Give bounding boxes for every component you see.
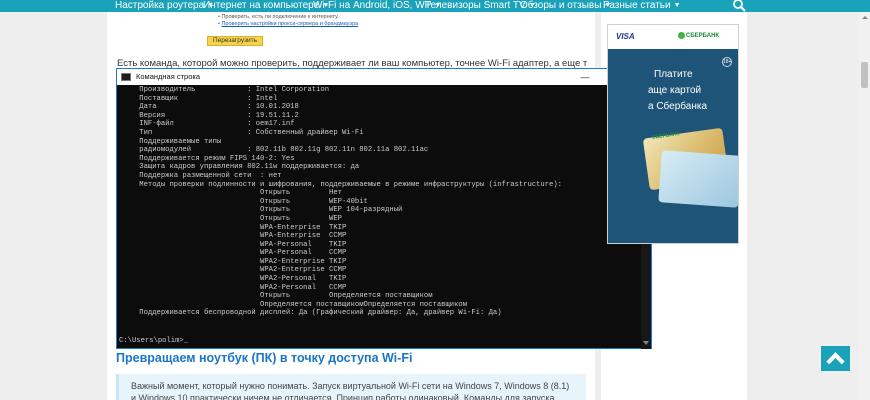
cmd-console[interactable]: Производитель : Intel Corporation Постав… xyxy=(117,85,641,349)
page-scroll-thumb[interactable] xyxy=(861,62,868,88)
cmd-window[interactable]: Командная строка — ☐ ✕ Производитель : I… xyxy=(116,68,652,349)
ad-text-line: а Сбербанка xyxy=(648,101,708,112)
cmd-app-icon xyxy=(121,73,131,81)
ad-banner[interactable]: VISA СБЕРБАНК 18+ Платите аще картой а С… xyxy=(607,24,739,244)
ad-text-line: аще картой xyxy=(648,85,702,96)
chevron-down-icon: ▼ xyxy=(673,2,681,9)
snippet-line: • Проверить, есть ли подключение к интер… xyxy=(218,14,339,20)
snippet-link-line: • Проверить настройки прокси-сервера и б… xyxy=(218,21,359,27)
scroll-up-icon[interactable] xyxy=(862,16,868,19)
snippet-link[interactable]: Проверить настройки прокси-сервера и бра… xyxy=(221,21,358,27)
cmd-output: Производитель : Intel Corporation Постав… xyxy=(139,86,562,318)
chevron-up-icon xyxy=(826,352,845,371)
search-icon[interactable] xyxy=(732,0,746,12)
sberbank-logo: СБЕРБАНК xyxy=(686,33,720,39)
nav-item-router[interactable]: Настройка роутера ▼ xyxy=(115,0,214,12)
reload-button[interactable]: Перезагрузить xyxy=(207,36,263,46)
age-rating-badge: 18+ xyxy=(722,57,732,67)
cmd-title: Командная строка xyxy=(136,72,200,81)
nav-item-wifi-mobile[interactable]: Wi-Fi на Android, iOS, WP ▼ xyxy=(313,0,441,12)
info-callout: Важный момент, который нужно понимать. З… xyxy=(116,374,586,400)
minimize-button[interactable]: — xyxy=(571,69,599,85)
scroll-down-icon[interactable] xyxy=(643,341,649,345)
nav-item-articles[interactable]: Разные статьи ▼ xyxy=(603,0,681,12)
visa-logo: VISA xyxy=(616,32,635,41)
top-nav: Настройка роутера ▼ Интернет на компьютер… xyxy=(0,0,870,12)
nav-item-reviews[interactable]: Обзоры и отзывы ▼ xyxy=(520,0,611,12)
ad-text-line: Платите xyxy=(654,69,693,80)
bank-card-image xyxy=(658,150,738,208)
sberbank-logo-icon xyxy=(678,32,685,39)
cmd-titlebar[interactable]: Командная строка — ☐ ✕ xyxy=(117,69,651,85)
scroll-to-top-button[interactable] xyxy=(821,346,850,371)
cmd-prompt[interactable]: C:\Users\polim>_ xyxy=(119,337,188,345)
section-heading: Превращаем ноутбук (ПК) в точку доступа … xyxy=(116,351,413,365)
nav-item-internet[interactable]: Интернет на компьютере ▼ xyxy=(203,0,329,12)
troubleshoot-snippet: • Проверить, есть ли подключение к интер… xyxy=(218,14,358,28)
page-scrollbar[interactable] xyxy=(859,12,870,400)
